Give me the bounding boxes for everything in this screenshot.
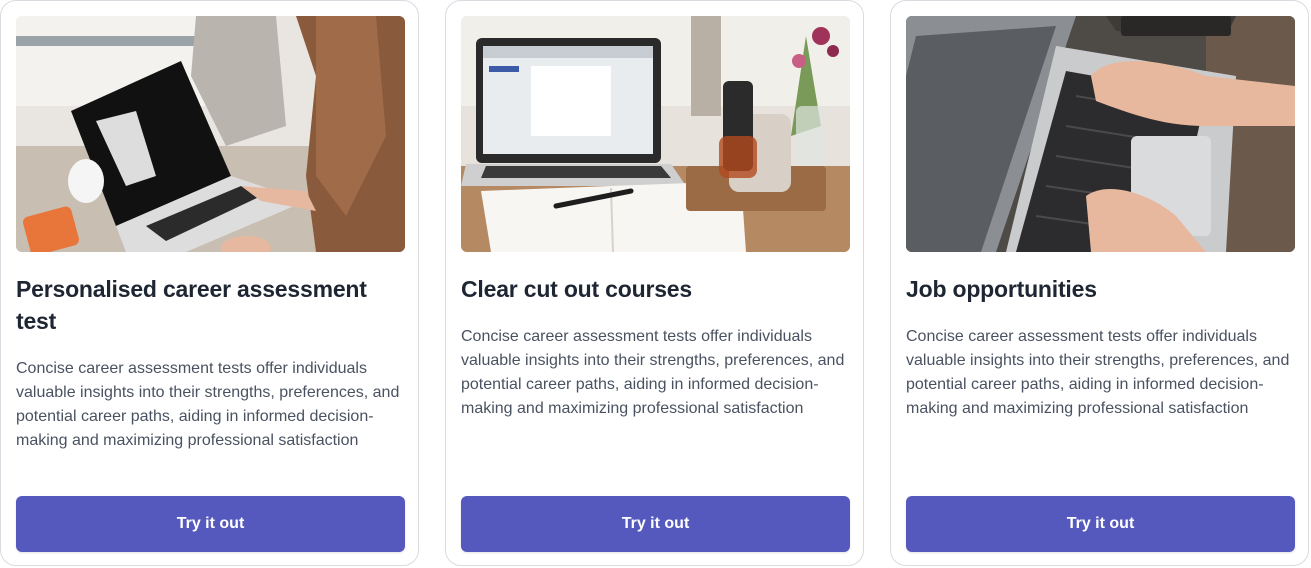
card-title: Job opportunities — [906, 276, 1097, 302]
try-it-out-button[interactable]: Try it out — [906, 496, 1295, 552]
try-it-out-button[interactable]: Try it out — [16, 496, 405, 552]
feature-cards-row: Personalised career assessment test Conc… — [0, 0, 1311, 568]
card-description: Concise career assessment tests offer in… — [461, 328, 845, 417]
try-it-out-button[interactable]: Try it out — [461, 496, 850, 552]
woman-laptop-photo — [16, 16, 405, 252]
laptop-notebook-photo — [461, 16, 850, 252]
card-description: Concise career assessment tests offer in… — [906, 328, 1290, 417]
card-title: Personalised career assessment test — [16, 276, 367, 334]
job-opportunities-card: Job opportunities Concise career assessm… — [890, 0, 1309, 566]
card-title: Clear cut out courses — [461, 276, 692, 302]
career-assessment-card: Personalised career assessment test Conc… — [0, 0, 419, 566]
card-description: Concise career assessment tests offer in… — [16, 360, 400, 449]
hands-keyboard-photo — [906, 16, 1295, 252]
courses-card: Clear cut out courses Concise career ass… — [445, 0, 864, 566]
